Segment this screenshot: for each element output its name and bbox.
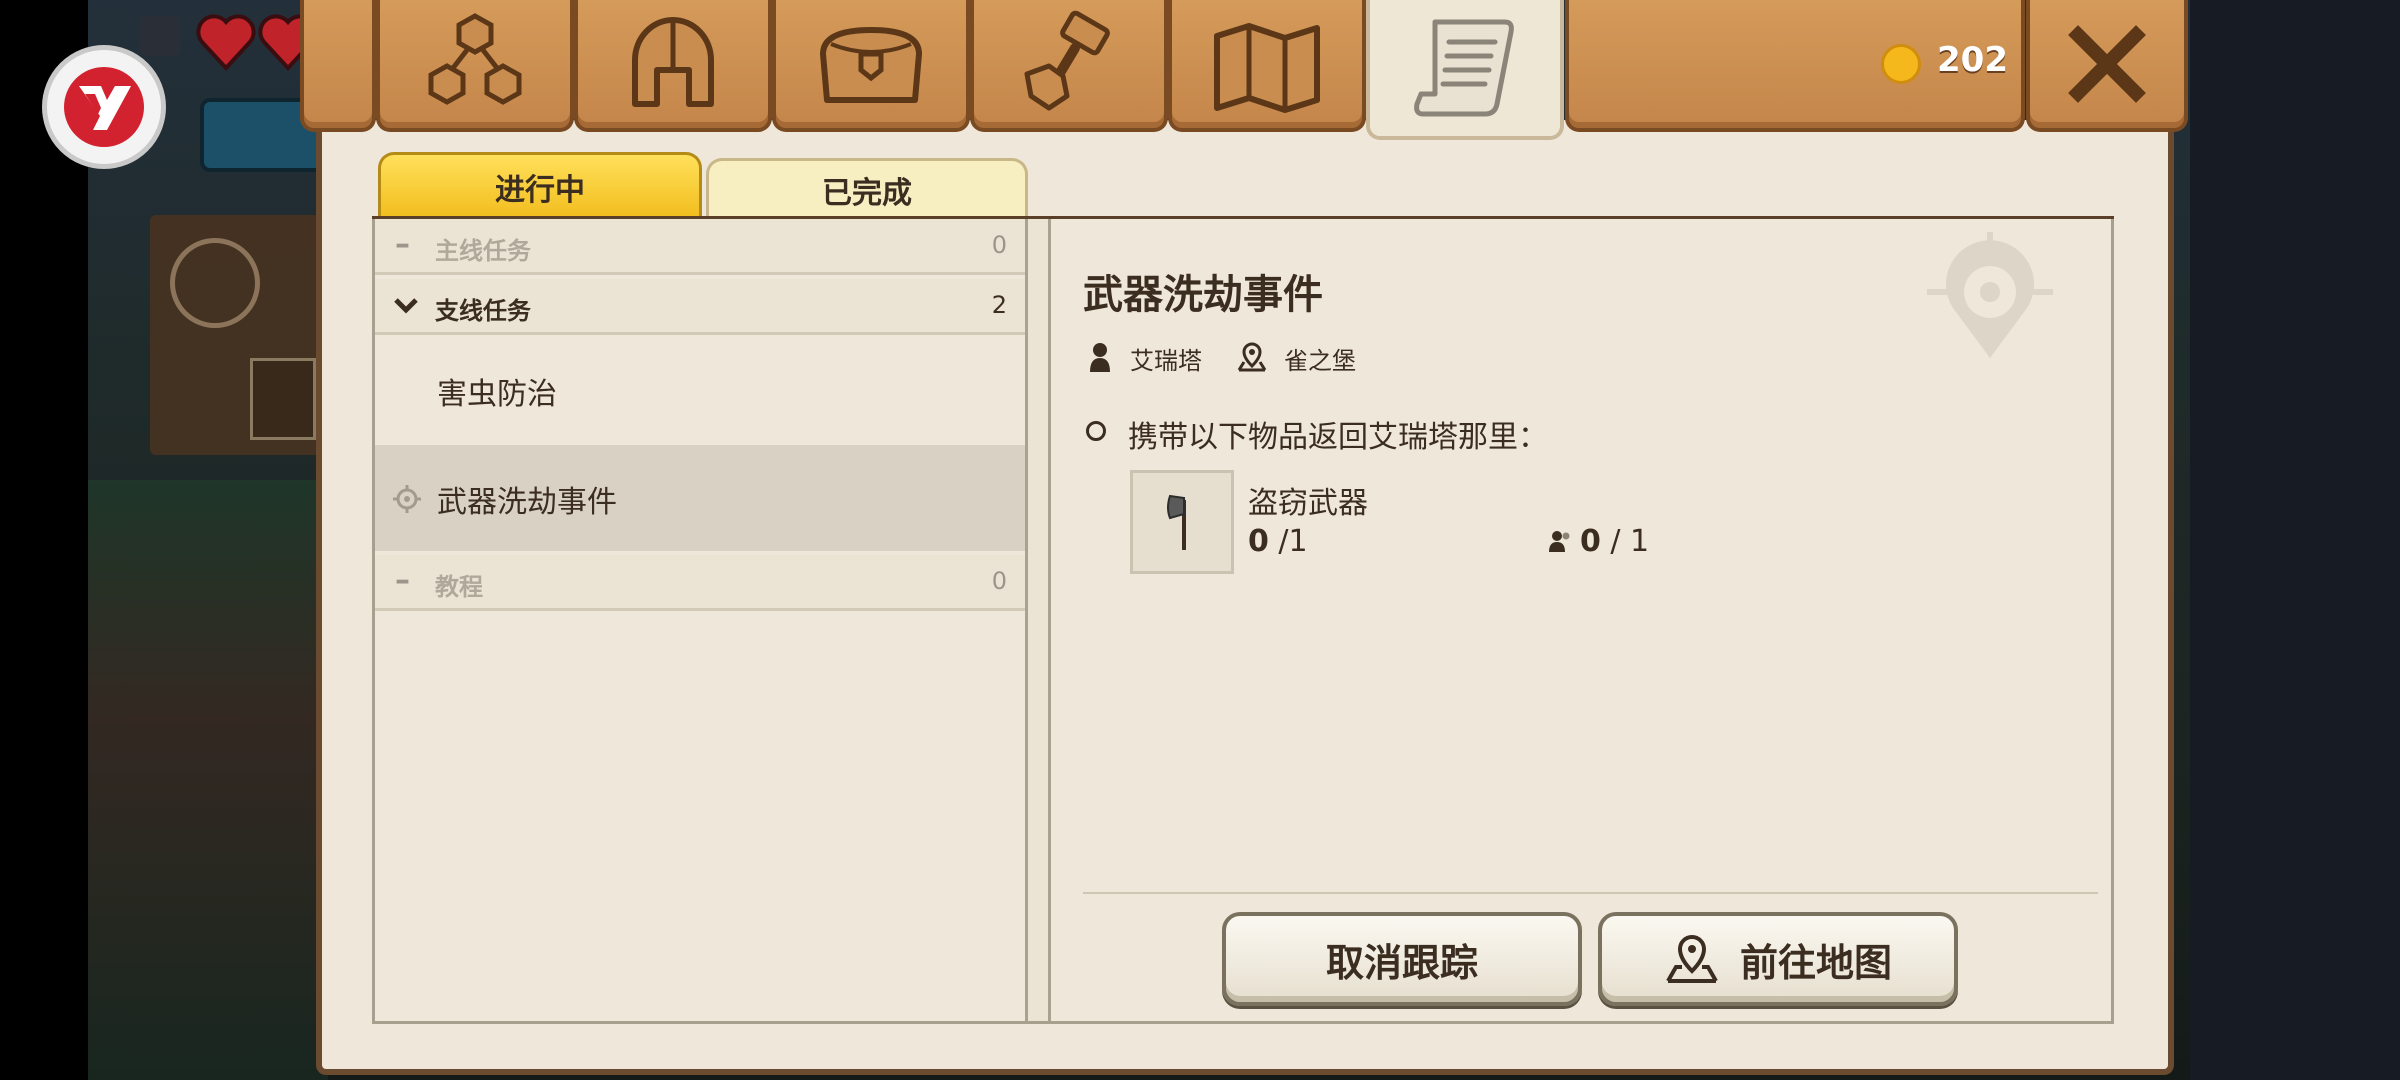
y-logo-icon — [64, 67, 144, 147]
category-label: 支线任务 — [435, 297, 531, 325]
quest-item[interactable]: 害虫防治 — [375, 337, 1025, 443]
item-name: 盗窃武器 — [1248, 486, 1368, 521]
scroll-icon — [1414, 19, 1514, 117]
party-need: / 1 — [1600, 524, 1650, 559]
overlay-logo[interactable] — [42, 45, 166, 169]
quest-list: – 主线任务 0 支线任务 2 害虫防治 武器洗劫事件 – 教程 0 — [375, 219, 1025, 1021]
coin-icon — [1881, 44, 1921, 84]
currency-panel: 202 — [1565, 0, 2025, 132]
hammer-icon — [1024, 10, 1110, 111]
quest-name: 武器洗劫事件 — [437, 485, 617, 520]
collapse-icon: – — [395, 227, 410, 262]
party-have: 0 — [1580, 524, 1601, 559]
objective-bullet — [1086, 421, 1106, 441]
health-hearts-icon — [196, 14, 316, 71]
close-button[interactable] — [2026, 0, 2188, 132]
party-progress: 0 / 1 — [1580, 524, 1649, 559]
category-label: 主线任务 — [435, 237, 531, 265]
category-count: 0 — [991, 567, 1007, 595]
helmet-icon — [632, 17, 714, 107]
quest-item-selected[interactable]: 武器洗劫事件 — [375, 445, 1025, 551]
target-icon — [393, 485, 421, 513]
tab-quests[interactable] — [1366, 0, 1564, 140]
quest-name: 害虫防治 — [437, 377, 557, 412]
coin-amount: 202 — [1937, 40, 2008, 80]
category-count: 0 — [991, 231, 1007, 259]
item-need: /1 — [1268, 524, 1308, 559]
chest-icon — [820, 27, 922, 103]
category-main[interactable]: – 主线任务 0 — [375, 219, 1025, 275]
location-target-icon — [1927, 232, 2053, 358]
close-icon — [2068, 25, 2146, 103]
item-have: 0 — [1248, 524, 1269, 559]
chevron-down-icon — [394, 298, 418, 314]
npc-icon — [1090, 343, 1110, 372]
divider — [1083, 892, 2098, 894]
lock-icon — [140, 16, 180, 56]
party-icon — [1549, 531, 1570, 552]
tab-completed[interactable]: 已完成 — [706, 158, 1028, 218]
tab-map[interactable] — [1168, 0, 1366, 132]
location-icon — [1237, 342, 1267, 372]
background-target-icon — [170, 238, 260, 328]
map-pin-icon — [1666, 934, 1718, 983]
tab-left-edge — [300, 0, 376, 132]
map-icon — [1214, 23, 1320, 113]
tab-in-progress[interactable]: 进行中 — [378, 152, 702, 218]
game-scene-ground — [88, 480, 328, 1080]
quest-title: 武器洗劫事件 — [1083, 272, 1323, 318]
cancel-tracking-label: 取消跟踪 — [1325, 940, 1478, 985]
cancel-tracking-button[interactable]: 取消跟踪 — [1222, 912, 1582, 1006]
tab-crafting[interactable] — [970, 0, 1168, 132]
go-to-map-button[interactable]: 前往地图 — [1598, 912, 1958, 1006]
go-to-map-label: 前往地图 — [1739, 940, 1892, 985]
tab-skills[interactable] — [376, 0, 574, 132]
collapse-icon: – — [395, 563, 410, 598]
quest-location: 雀之堡 — [1284, 347, 1356, 375]
objective-text: 携带以下物品返回艾瑞塔那里： — [1128, 420, 1548, 455]
item-progress: 0 /1 — [1248, 524, 1308, 559]
category-label: 教程 — [435, 573, 483, 601]
background-quest-item — [250, 358, 316, 440]
quest-npc: 艾瑞塔 — [1130, 347, 1202, 375]
list-scrollbar[interactable] — [1025, 219, 1051, 1021]
category-count: 2 — [991, 291, 1007, 319]
quest-item-slot[interactable] — [1130, 470, 1234, 574]
tab-inventory[interactable] — [772, 0, 970, 132]
tab-equipment[interactable] — [574, 0, 772, 132]
hexagon-tree-icon — [428, 13, 522, 105]
category-side[interactable]: 支线任务 2 — [375, 279, 1025, 335]
category-tutorial[interactable]: – 教程 0 — [375, 555, 1025, 611]
game-scene-right-dim — [2190, 0, 2400, 1080]
axe-icon — [1167, 494, 1186, 550]
